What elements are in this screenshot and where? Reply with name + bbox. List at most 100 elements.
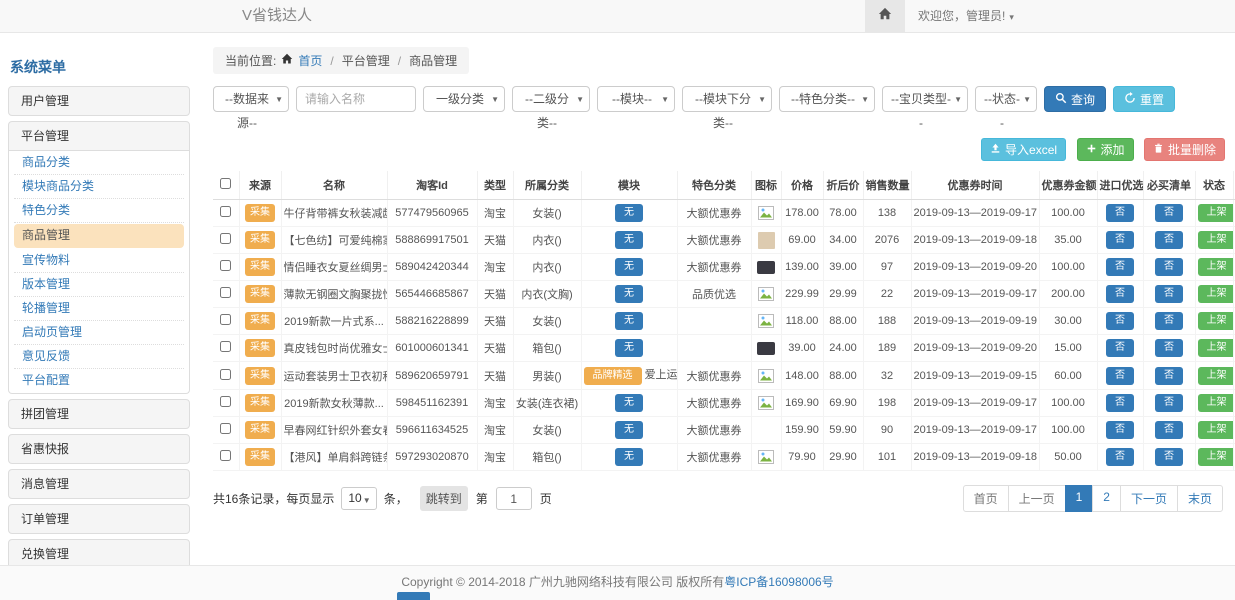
row-checkbox[interactable] bbox=[220, 233, 231, 244]
page-button[interactable]: 首页 bbox=[963, 485, 1009, 512]
row-checkbox[interactable] bbox=[220, 423, 231, 434]
sidebar-subitem[interactable]: 版本管理 bbox=[14, 273, 184, 297]
row-checkbox[interactable] bbox=[220, 260, 231, 271]
batch-delete-button[interactable]: 批量删除 bbox=[1144, 138, 1225, 161]
status-badge[interactable]: 上架 bbox=[1198, 367, 1234, 385]
import-select-toggle[interactable]: 否 bbox=[1106, 312, 1134, 330]
filter-select[interactable]: --状态-- ▼ bbox=[975, 86, 1037, 112]
row-checkbox[interactable] bbox=[220, 369, 231, 380]
page-button[interactable]: 1 bbox=[1065, 485, 1094, 512]
sidebar-panel[interactable]: 消息管理 bbox=[8, 469, 190, 499]
source-badge: 采集 bbox=[245, 285, 275, 303]
import-select-toggle[interactable]: 否 bbox=[1106, 448, 1134, 466]
row-checkbox[interactable] bbox=[220, 287, 231, 298]
must-buy-toggle[interactable]: 否 bbox=[1155, 231, 1183, 249]
breadcrumb-home-link[interactable]: 首页 bbox=[298, 52, 322, 69]
page-button[interactable]: 2 bbox=[1092, 485, 1121, 512]
sidebar-panel[interactable]: 平台管理 bbox=[8, 121, 190, 151]
status-badge[interactable]: 上架 bbox=[1198, 312, 1234, 330]
sidebar-subitem[interactable]: 启动页管理 bbox=[14, 321, 184, 345]
status-badge[interactable]: 上架 bbox=[1198, 285, 1234, 303]
import-select-toggle[interactable]: 否 bbox=[1106, 285, 1134, 303]
column-header: 图标 bbox=[751, 171, 781, 200]
page-button[interactable]: 末页 bbox=[1177, 485, 1223, 512]
jump-button[interactable]: 跳转到 bbox=[420, 486, 468, 511]
filter-select[interactable]: --特色分类-- ▼ bbox=[779, 86, 875, 112]
status-cell: 上架 bbox=[1195, 308, 1233, 335]
page-button[interactable]: 下一页 bbox=[1120, 485, 1178, 512]
must-buy-toggle[interactable]: 否 bbox=[1155, 204, 1183, 222]
filter-select[interactable]: --二级分类-- ▼ bbox=[512, 86, 590, 112]
filter-select[interactable]: --模块-- ▼ bbox=[597, 86, 675, 112]
must-buy-toggle[interactable]: 否 bbox=[1155, 339, 1183, 357]
jump-page-input[interactable] bbox=[496, 487, 532, 510]
sidebar-panel[interactable]: 订单管理 bbox=[8, 504, 190, 534]
sidebar-panel[interactable]: 省惠快报 bbox=[8, 434, 190, 464]
status-badge[interactable]: 上架 bbox=[1198, 204, 1234, 222]
taoke-id-cell: 588869917501 bbox=[387, 227, 477, 254]
row-select-cell bbox=[213, 227, 239, 254]
import-excel-button[interactable]: 导入excel bbox=[981, 138, 1066, 161]
product-name-cell: 运动套装男士卫衣初秋... bbox=[281, 362, 387, 390]
filter-select[interactable]: --模块下分类-- ▼ bbox=[682, 86, 772, 112]
status-badge[interactable]: 上架 bbox=[1198, 258, 1234, 276]
icp-link[interactable]: 粤ICP备16098006号 bbox=[724, 575, 833, 589]
sidebar-subitem[interactable]: 平台配置 bbox=[14, 369, 184, 393]
row-checkbox[interactable] bbox=[220, 450, 231, 461]
page-size-select[interactable]: 10 ▼ bbox=[341, 487, 376, 510]
feature-category-cell: 品质优选 bbox=[677, 281, 751, 308]
must-buy-toggle[interactable]: 否 bbox=[1155, 312, 1183, 330]
app-title: V省钱达人 bbox=[242, 0, 312, 32]
import-select-toggle[interactable]: 否 bbox=[1106, 394, 1134, 412]
sidebar-subitem[interactable]: 轮播管理 bbox=[14, 297, 184, 321]
user-menu[interactable]: 欢迎您，管理员!▾ bbox=[918, 0, 1014, 33]
row-checkbox[interactable] bbox=[220, 341, 231, 352]
add-button[interactable]: 添加 bbox=[1077, 138, 1134, 161]
page-button[interactable]: 上一页 bbox=[1008, 485, 1066, 512]
name-search-input[interactable] bbox=[296, 86, 416, 112]
icon-cell bbox=[751, 200, 781, 227]
must-buy-toggle[interactable]: 否 bbox=[1155, 258, 1183, 276]
page-button-label: 上一页 bbox=[1019, 492, 1055, 506]
must-buy-toggle[interactable]: 否 bbox=[1155, 448, 1183, 466]
sidebar-subitem[interactable]: 模块商品分类 bbox=[14, 175, 184, 199]
product-name-cell: 【七色纺】可爱纯棉家... bbox=[281, 227, 387, 254]
row-checkbox[interactable] bbox=[220, 396, 231, 407]
row-checkbox[interactable] bbox=[220, 206, 231, 217]
import-select-toggle[interactable]: 否 bbox=[1106, 421, 1134, 439]
sidebar-subitem[interactable]: 商品分类 bbox=[14, 151, 184, 175]
home-nav-button[interactable] bbox=[865, 0, 905, 32]
sidebar-subitem[interactable]: 商品管理 bbox=[14, 224, 184, 248]
must-buy-toggle[interactable]: 否 bbox=[1155, 285, 1183, 303]
search-button[interactable]: 查询 bbox=[1044, 86, 1106, 112]
import-select-toggle[interactable]: 否 bbox=[1106, 258, 1134, 276]
status-badge[interactable]: 上架 bbox=[1198, 231, 1234, 249]
import-excel-label: 导入excel bbox=[1005, 141, 1057, 158]
filter-bar: --数据来源-- ▼ 一级分类 ▼ --二级分类-- ▼ --模块-- ▼ --… bbox=[213, 86, 1225, 112]
sidebar-panel[interactable]: 用户管理 bbox=[8, 86, 190, 116]
sidebar-subitem[interactable]: 意见反馈 bbox=[14, 345, 184, 369]
import-select-toggle[interactable]: 否 bbox=[1106, 367, 1134, 385]
filter-select-source[interactable]: --数据来源-- ▼ bbox=[213, 86, 289, 112]
sidebar-panel[interactable]: 拼团管理 bbox=[8, 399, 190, 429]
import-select-toggle[interactable]: 否 bbox=[1106, 339, 1134, 357]
sidebar-subitem[interactable]: 宣传物料 bbox=[14, 249, 184, 273]
status-badge[interactable]: 上架 bbox=[1198, 421, 1234, 439]
import-select-toggle[interactable]: 否 bbox=[1106, 231, 1134, 249]
sidebar-panel[interactable]: 兑换管理 bbox=[8, 539, 190, 567]
must-buy-toggle[interactable]: 否 bbox=[1155, 367, 1183, 385]
status-badge[interactable]: 上架 bbox=[1198, 339, 1234, 357]
must-buy-toggle[interactable]: 否 bbox=[1155, 421, 1183, 439]
status-badge[interactable]: 上架 bbox=[1198, 394, 1234, 412]
back-to-top-button[interactable] bbox=[397, 592, 430, 600]
row-checkbox[interactable] bbox=[220, 314, 231, 325]
filter-select[interactable]: 一级分类 ▼ bbox=[423, 86, 505, 112]
sidebar-subitem[interactable]: 特色分类 bbox=[14, 199, 184, 223]
must-buy-toggle[interactable]: 否 bbox=[1155, 394, 1183, 412]
reset-button[interactable]: 重置 bbox=[1113, 86, 1175, 112]
status-badge[interactable]: 上架 bbox=[1198, 448, 1234, 466]
import-select-toggle[interactable]: 否 bbox=[1106, 204, 1134, 222]
filter-select[interactable]: --宝贝类型-- ▼ bbox=[882, 86, 968, 112]
table-row: 采集 2019新款一片式系... 588216228899 天猫 女装() 无 bbox=[213, 308, 1235, 335]
select-all-checkbox[interactable] bbox=[220, 178, 231, 189]
